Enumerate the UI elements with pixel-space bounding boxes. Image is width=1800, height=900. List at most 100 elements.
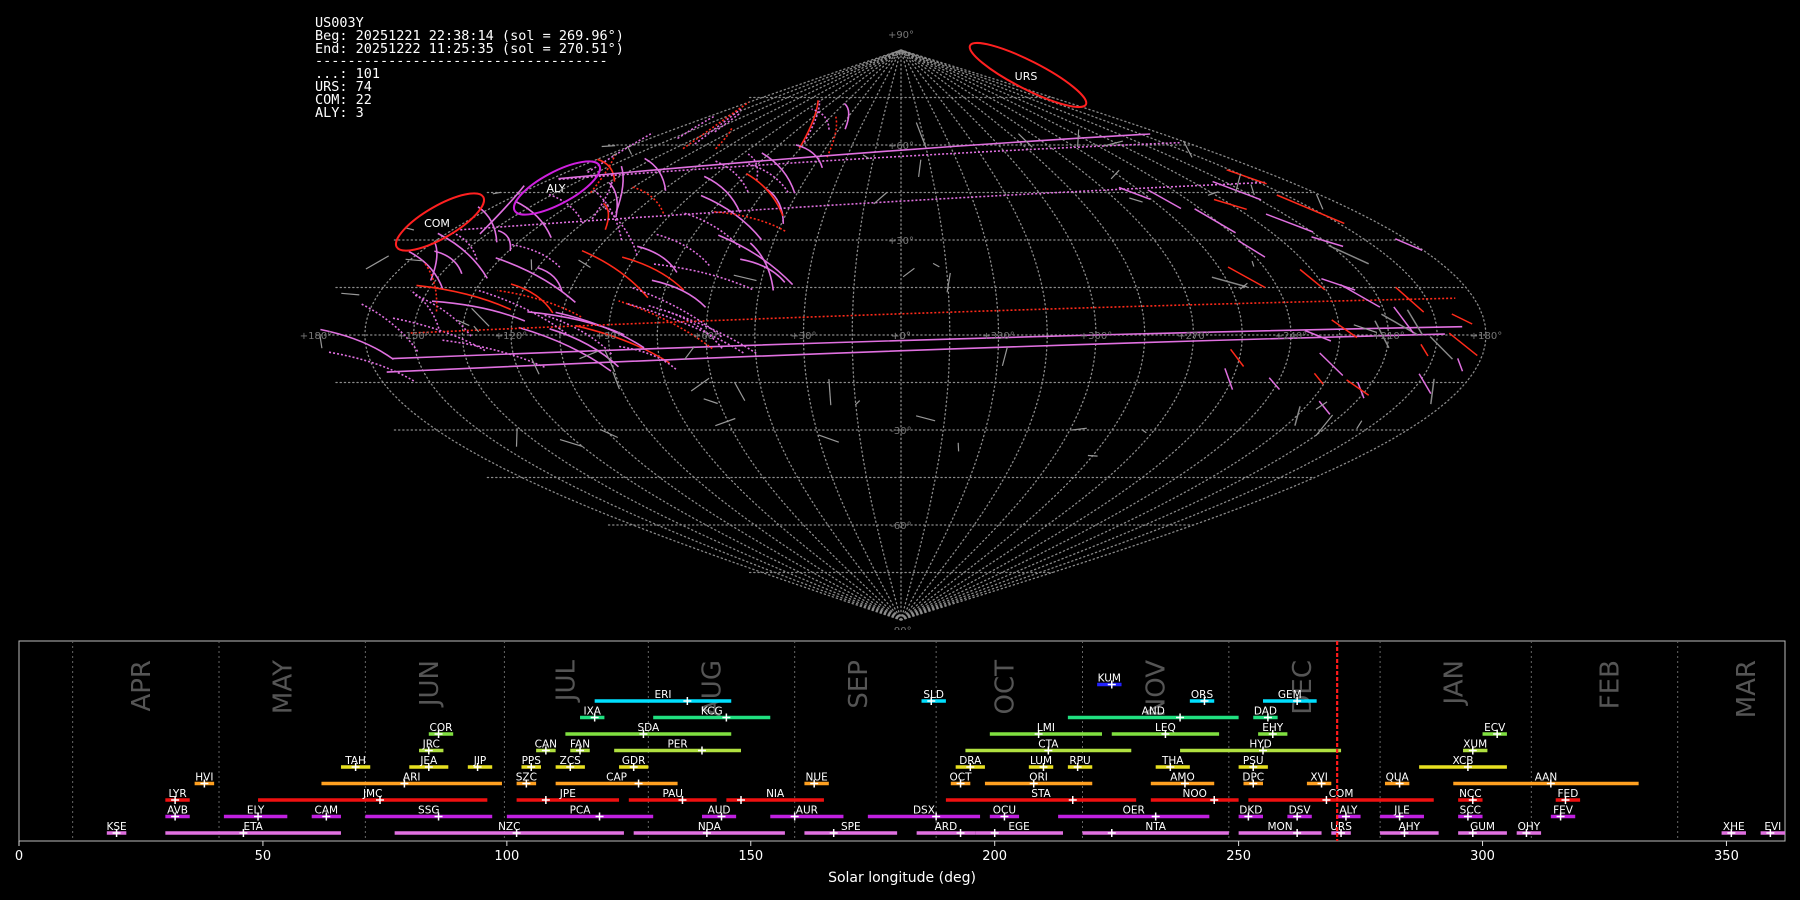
shower-bar: TAH xyxy=(340,755,371,771)
shower-code-label: JRC xyxy=(422,739,440,751)
shower-code-label: NUE xyxy=(806,772,828,784)
x-tick-label: 300 xyxy=(1470,849,1495,864)
shower-code-label: GDR xyxy=(622,755,646,767)
month-label: JAN xyxy=(1439,660,1469,706)
shower-bar: OCT xyxy=(950,772,973,788)
month-label: SEP xyxy=(844,660,874,709)
shower-code-label: FAN xyxy=(570,739,590,751)
shower-code-label: LEQ xyxy=(1155,722,1176,734)
shower-code-label: LMI xyxy=(1037,722,1055,734)
shower-code-label: JEA xyxy=(419,755,438,767)
shower-code-label: RPU xyxy=(1069,755,1090,767)
shower-bar: XUM xyxy=(1463,739,1488,755)
shower-code-label: SPE xyxy=(841,821,861,833)
shower-bar: DAD xyxy=(1253,706,1278,722)
x-tick-label: 350 xyxy=(1714,849,1739,864)
shower-code-label: LYR xyxy=(168,788,186,800)
shower-code-label: NOO xyxy=(1183,788,1207,800)
shower-code-label: THA xyxy=(1161,755,1184,767)
shower-code-label: DRA xyxy=(959,755,982,767)
month-label: MAY xyxy=(268,660,298,714)
shower-code-label: NIA xyxy=(766,788,785,800)
shower-code-label: CTA xyxy=(1038,739,1059,751)
x-tick-label: 250 xyxy=(1226,849,1251,864)
x-tick-label: 50 xyxy=(255,849,272,864)
month-label: JUN xyxy=(415,660,445,708)
shower-code-label: XUM xyxy=(1463,739,1487,751)
shower-bar: NUE xyxy=(804,772,829,788)
x-axis-label: Solar longitude (deg) xyxy=(828,870,976,886)
shower-code-label: AHY xyxy=(1399,821,1421,833)
shower-code-label: NDA xyxy=(698,821,722,833)
shower-bar: CAN xyxy=(535,739,557,755)
shower-bar: JRC xyxy=(419,739,444,755)
shower-code-label: SDA xyxy=(637,722,660,734)
shower-code-label: NCC xyxy=(1459,788,1482,800)
shower-code-label: OHY xyxy=(1518,821,1541,833)
shower-code-label: ALY xyxy=(1339,805,1358,817)
x-tick-label: 100 xyxy=(494,849,519,864)
shower-code-label: CAN xyxy=(535,739,557,751)
shower-bar: FEV xyxy=(1550,805,1576,821)
shower-code-label: ELY xyxy=(247,805,265,817)
shower-code-label: CAP xyxy=(606,772,627,784)
shower-code-label: GEM xyxy=(1278,689,1302,701)
shower-code-label: EVI xyxy=(1764,821,1781,833)
shower-code-label: ORI xyxy=(1029,772,1048,784)
shower-code-label: JLE xyxy=(1393,805,1410,817)
shower-code-label: FED xyxy=(1558,788,1579,800)
shower-code-label: SZC xyxy=(516,772,537,784)
shower-code-label: COR xyxy=(430,722,453,734)
shower-code-label: OCT xyxy=(950,772,973,784)
shower-code-label: COM xyxy=(1329,788,1354,800)
shower-code-label: NZC xyxy=(498,821,520,833)
shower-timeline-chart: APR MAY JUN JUL AUG SEP OCT NOV DEC JAN FEB MAR KUM… xyxy=(15,640,1786,886)
month-label: MAR xyxy=(1732,660,1762,718)
shower-bar: NCC xyxy=(1458,788,1483,804)
shower-code-label: XCB xyxy=(1453,755,1474,767)
shower-code-label: AMO xyxy=(1170,772,1195,784)
shower-code-label: AAN xyxy=(1535,772,1558,784)
shower-code-label: JPE xyxy=(559,788,576,800)
shower-bar: XVI xyxy=(1306,772,1332,788)
shower-bar: COR xyxy=(428,722,454,738)
shower-bar: QUA xyxy=(1384,772,1410,788)
shower-code-label: ARI xyxy=(403,772,421,784)
shower-code-label: ZCS xyxy=(560,755,582,767)
month-label: APR xyxy=(127,660,157,712)
shower-bar: DKD xyxy=(1238,805,1264,821)
shower-bar: RPU xyxy=(1067,755,1093,771)
shower-bar: DRA xyxy=(955,755,985,771)
shower-code-label: XVI xyxy=(1310,772,1327,784)
shower-code-label: URS xyxy=(1330,821,1352,833)
shower-bar: OHY xyxy=(1516,821,1542,837)
shower-bar: ECV xyxy=(1482,722,1507,738)
shower-bar: ORS xyxy=(1189,689,1215,705)
shower-code-label: DSV xyxy=(1289,805,1312,817)
shower-code-label: ETA xyxy=(243,821,263,833)
shower-code-label: QUA xyxy=(1386,772,1410,784)
shower-bar: FAN xyxy=(570,739,590,755)
shower-code-label: ERI xyxy=(654,689,671,701)
shower-code-label: KUM xyxy=(1098,673,1121,685)
shower-code-label: ECV xyxy=(1484,722,1506,734)
shower-code-label: OCU xyxy=(993,805,1016,817)
shower-code-label: HYD xyxy=(1249,739,1271,751)
x-axis: 0 50 100 150 200 250 300 350 xyxy=(15,841,1739,864)
shower-bar: GDR xyxy=(619,755,649,771)
shower-bar: HVI xyxy=(194,772,215,788)
shower-bar: DSV xyxy=(1287,805,1312,821)
shower-bar: LUM xyxy=(1028,755,1054,771)
x-tick-label: 150 xyxy=(738,849,763,864)
shower-bar: KUM xyxy=(1097,673,1122,689)
shower-code-label: MON xyxy=(1267,821,1292,833)
shower-code-label: XHE xyxy=(1723,821,1745,833)
shower-bar: SLD xyxy=(921,689,946,705)
shower-code-label: SCC xyxy=(1460,805,1481,817)
shower-code-label: PCA xyxy=(570,805,592,817)
shower-code-label: DPC xyxy=(1242,772,1264,784)
shower-code-label: AVB xyxy=(167,805,188,817)
x-tick-label: 200 xyxy=(982,849,1007,864)
month-label: OCT xyxy=(990,660,1020,715)
shower-bar: DPC xyxy=(1242,772,1264,788)
